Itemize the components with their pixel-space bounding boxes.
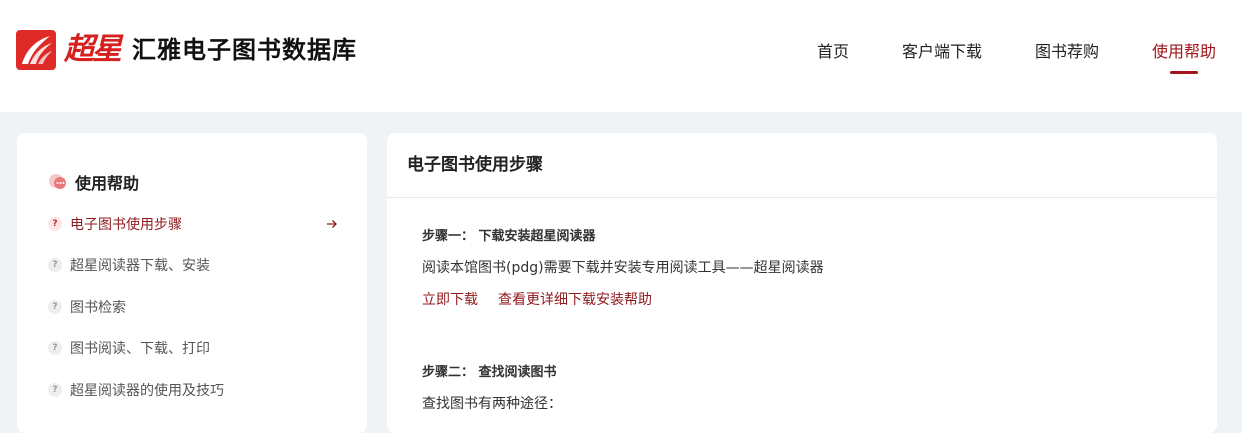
sidebar-title-text: 使用帮助 <box>75 174 140 193</box>
nav-book-recommend[interactable]: 图书荐购 <box>1035 0 1099 112</box>
step-one-text: 阅读本馆图书(pdg)需要下载并安装专用阅读工具——超星阅读器 <box>422 260 824 276</box>
logo-script-text: 超星 <box>64 32 122 67</box>
active-nav-underline <box>1169 71 1198 74</box>
step-one-heading: 步骤一： 下载安装超星阅读器 <box>422 229 596 244</box>
download-now-link[interactable]: 立即下载 <box>422 289 478 309</box>
sidebar-item-label: 超星阅读器的使用及技巧 <box>70 382 224 399</box>
nav-book-recommend-label: 图书荐购 <box>1034 42 1099 61</box>
step-one-links: 立即下载 查看更详细下载安装帮助 <box>422 289 652 309</box>
site-title: 汇雅电子图书数据库 <box>132 36 357 64</box>
arrow-right-icon <box>327 219 337 228</box>
nav-help-label: 使用帮助 <box>1151 42 1216 61</box>
step-two-text: 查找图书有两种途径： <box>422 396 562 412</box>
question-icon: ? <box>48 382 62 397</box>
chat-bubble-icon <box>48 172 68 192</box>
sidebar-item-ebook-steps[interactable]: ? 电子图书使用步骤 <box>48 203 338 245</box>
question-icon: ? <box>48 341 62 356</box>
help-sidebar: 使用帮助 ? 电子图书使用步骤 ? 超星阅读器下载、安装 ? 图书检索 ? 图书… <box>17 133 367 433</box>
question-icon: ? <box>48 216 62 231</box>
sidebar-item-label: 图书阅读、下载、打印 <box>70 341 210 358</box>
content-title: 电子图书使用步骤 <box>387 133 1217 198</box>
sidebar-item-label: 超星阅读器下载、安装 <box>70 258 210 275</box>
sidebar-list: ? 电子图书使用步骤 ? 超星阅读器下载、安装 ? 图书检索 ? 图书阅读、下载… <box>48 203 338 411</box>
superstar-logo-icon <box>16 30 56 70</box>
header: 超星 汇雅电子图书数据库 首页 客户端下载 图书荐购 使用帮助 <box>0 0 1242 112</box>
question-icon: ? <box>48 258 62 273</box>
logo[interactable]: 超星 汇雅电子图书数据库 <box>16 30 357 70</box>
nav-home[interactable]: 首页 <box>817 0 849 112</box>
main-nav: 首页 客户端下载 图书荐购 使用帮助 <box>817 0 1216 112</box>
nav-client-download[interactable]: 客户端下载 <box>902 0 982 112</box>
question-icon: ? <box>48 299 62 314</box>
nav-home-label: 首页 <box>816 42 849 61</box>
sidebar-item-book-search[interactable]: ? 图书检索 <box>48 286 338 328</box>
sidebar-item-read-download-print[interactable]: ? 图书阅读、下载、打印 <box>48 328 338 370</box>
sidebar-item-reader-download[interactable]: ? 超星阅读器下载、安装 <box>48 245 338 287</box>
nav-help[interactable]: 使用帮助 <box>1152 0 1216 112</box>
help-content: 电子图书使用步骤 步骤一： 下载安装超星阅读器 阅读本馆图书(pdg)需要下载并… <box>387 133 1217 433</box>
sidebar-title: 使用帮助 <box>48 170 139 194</box>
sidebar-item-label: 图书检索 <box>70 299 126 316</box>
step-two-heading: 步骤二： 查找阅读图书 <box>422 365 557 380</box>
nav-client-download-label: 客户端下载 <box>901 42 982 61</box>
install-help-link[interactable]: 查看更详细下载安装帮助 <box>498 289 652 309</box>
sidebar-item-reader-tips[interactable]: ? 超星阅读器的使用及技巧 <box>48 369 338 411</box>
sidebar-item-label: 电子图书使用步骤 <box>70 216 182 233</box>
